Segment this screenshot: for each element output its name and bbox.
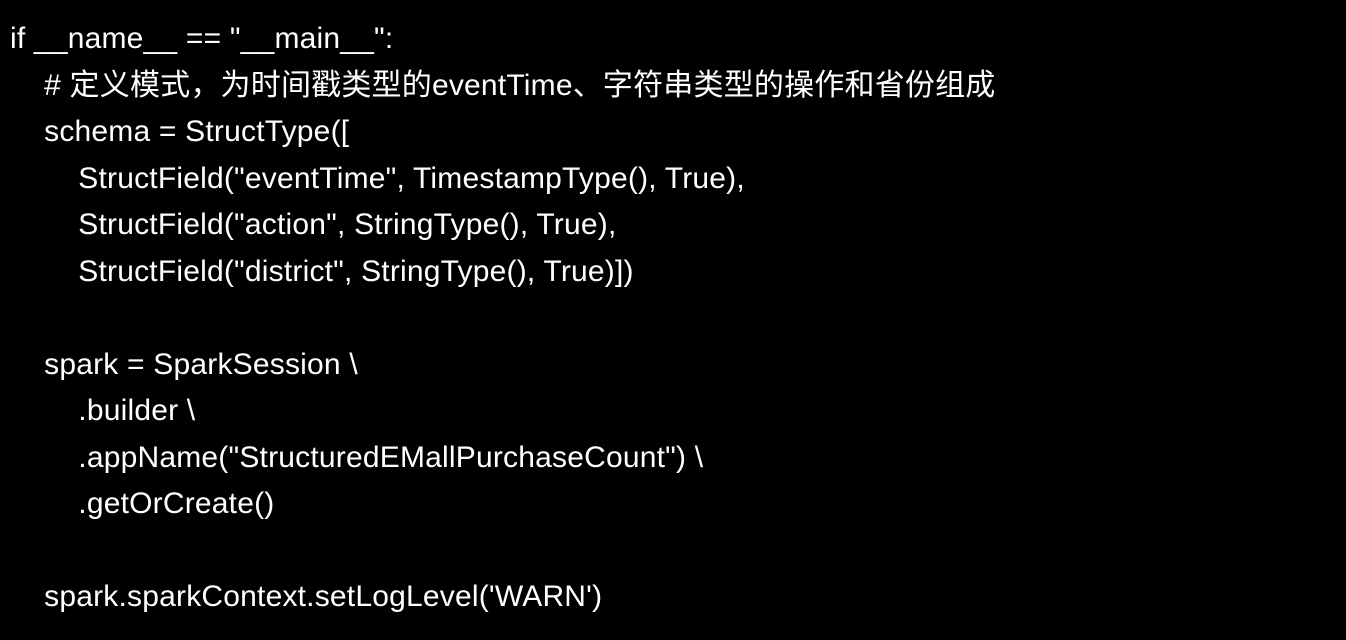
code-block: if __name__ == "__main__": # 定义模式，为时间戳类型… <box>0 0 1346 621</box>
